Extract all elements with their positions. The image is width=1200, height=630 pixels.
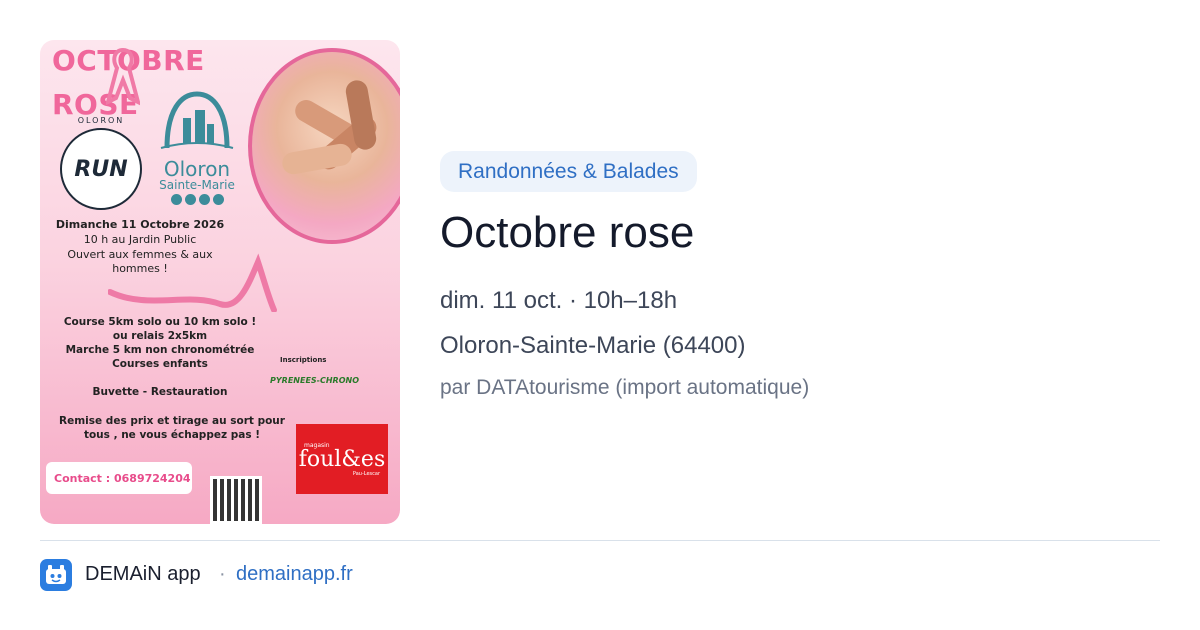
inscriptions-label: Inscriptions	[280, 356, 327, 364]
poster-course-line2: ou relais 2x5km	[112, 330, 208, 342]
category-tag[interactable]: Randonnées & Balades	[440, 151, 697, 192]
pink-ribbon-icon	[106, 47, 140, 106]
instagram-icon	[212, 194, 224, 205]
poster-prize-line1: Remise des prix et tirage au sort pour	[59, 415, 285, 427]
poster-course-line1: Course 5km solo ou 10 km solo !	[63, 316, 257, 328]
ribbon-decoration-icon	[108, 253, 277, 312]
sponsor-bottom-text: Pau-Lescar	[352, 470, 380, 477]
youtube-icon	[198, 194, 210, 205]
poster-time-place: 10 h au Jardin Public	[83, 233, 197, 246]
town-emblem-icon	[160, 91, 234, 149]
event-title: Octobre rose	[440, 208, 695, 257]
pyrenees-chrono-logo: Inscriptions PYRENEES-CHRONO	[270, 350, 392, 408]
run-logo-word: RUN	[74, 156, 128, 182]
sponsor-logo: magasin foul&es Pau-Lescar	[296, 424, 388, 494]
oloron-run-logo: OLORON RUN	[60, 116, 142, 210]
group-photo	[248, 48, 400, 244]
event-location: Oloron-Sainte-Marie (64400)	[440, 332, 746, 359]
twitter-icon	[184, 194, 196, 205]
app-name: DEMAiN app	[85, 563, 201, 585]
facebook-icon	[170, 194, 182, 205]
event-date-time: dim. 11 oct. · 10h–18h	[440, 287, 678, 314]
event-source: par DATAtourisme (import automatique)	[440, 376, 810, 399]
qr-code-icon	[210, 476, 262, 524]
chrono-brand: PYRENEES-CHRONO	[270, 376, 360, 385]
poster-course-line3: Marche 5 km non chronométrée	[65, 344, 255, 356]
town-subname: Sainte-Marie	[159, 178, 235, 192]
social-icons	[152, 194, 242, 205]
footer-divider	[40, 540, 1160, 541]
footer-separator: ·	[219, 563, 226, 585]
run-logo-arc-text: OLORON	[77, 116, 125, 125]
event-poster-image: OCTOBRE ROSE OLORON RUN Oloron Sainte-Ma…	[40, 40, 400, 524]
sponsor-name: foul&es	[298, 446, 386, 472]
demain-app-icon	[40, 559, 72, 591]
poster-buvette: Buvette - Restauration	[92, 386, 228, 398]
app-url-link[interactable]: demainapp.fr	[236, 563, 353, 586]
poster-date-line: Dimanche 11 Octobre 2026	[55, 218, 225, 231]
poster-prize-line2: tous , ne vous échappez pas !	[83, 429, 261, 441]
poster-course-line4: Courses enfants	[112, 358, 208, 370]
poster-contact: Contact : 0689724204	[46, 462, 192, 494]
town-name: Oloron	[163, 157, 231, 181]
oloron-town-logo: Oloron Sainte-Marie	[152, 90, 242, 205]
